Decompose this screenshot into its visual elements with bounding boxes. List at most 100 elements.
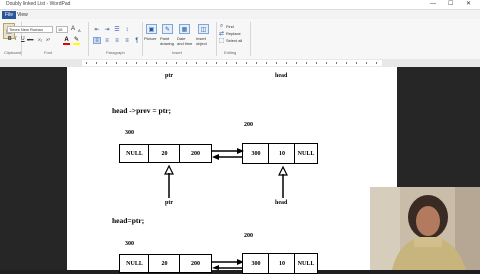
- ruler-tick: [156, 62, 157, 64]
- ruler-tick: [136, 62, 137, 64]
- highlight-color-icon[interactable]: ✎: [73, 36, 80, 45]
- date-time-button-label[interactable]: Date and time: [177, 36, 193, 46]
- node-data-cell: 10: [268, 253, 296, 274]
- editing-group-label: Editing: [224, 50, 237, 55]
- paint-drawing-icon[interactable]: ✎: [162, 24, 173, 34]
- diagram-arrows: [164, 148, 288, 270]
- shrink-font-button[interactable]: A: [78, 28, 81, 33]
- line-spacing-icon[interactable]: ↕: [123, 26, 131, 33]
- insert-object-button-label[interactable]: Insert object: [196, 36, 212, 46]
- ruler-tick: [266, 62, 267, 64]
- font-group-label: Font: [44, 50, 53, 55]
- font-name-value: Times New Roman: [9, 27, 43, 32]
- ruler-tick: [336, 62, 337, 64]
- ruler-tick: [116, 62, 117, 64]
- ruler-tick: [126, 62, 127, 64]
- subscript-button[interactable]: X₂: [38, 37, 42, 42]
- font-size-value: 16: [58, 27, 63, 32]
- clipboard-group-label: Clipboard: [4, 50, 22, 55]
- maximize-button[interactable]: ☐: [448, 0, 453, 9]
- prev-link-arrow: [212, 154, 242, 160]
- ruler-tick: [216, 62, 217, 64]
- node-prev-cell: NULL: [119, 254, 150, 273]
- ptr-pointer-arrow: [164, 164, 174, 198]
- replace-icon[interactable]: ⇄: [219, 31, 224, 37]
- align-left-icon[interactable]: ≡: [93, 37, 101, 44]
- strikethrough-button[interactable]: abc: [27, 37, 33, 42]
- ruler-tick: [176, 62, 177, 64]
- ruler-tick: [226, 62, 227, 64]
- node-next-cell: NULL: [294, 253, 318, 274]
- paint-drawing-button-label[interactable]: Paint drawing: [160, 36, 176, 46]
- ruler-tick: [276, 62, 277, 64]
- align-right-icon[interactable]: ≡: [113, 37, 121, 44]
- document-page[interactable]: ptr head head ->prev = ptr; 300 200 NULL…: [67, 67, 397, 274]
- picture-icon[interactable]: ▣: [146, 24, 157, 34]
- node-next-cell: 200: [179, 254, 212, 273]
- replace-button[interactable]: Replace: [226, 31, 241, 36]
- ruler-tick: [306, 62, 307, 64]
- justify-icon[interactable]: ≡: [123, 37, 131, 44]
- select-all-button[interactable]: Select all: [226, 38, 242, 43]
- insert-object-icon[interactable]: ◫: [198, 24, 209, 34]
- grow-font-button[interactable]: A: [71, 26, 75, 32]
- decrease-indent-icon[interactable]: ⇤: [93, 26, 101, 33]
- font-size-dropdown[interactable]: 16: [56, 26, 68, 33]
- ruler-tick: [296, 62, 297, 64]
- ruler-tick: [286, 62, 287, 64]
- bullets-icon[interactable]: ☰: [113, 26, 121, 33]
- paragraph-icon[interactable]: ¶: [133, 37, 141, 44]
- window-title: Doubly linked List - WordPad: [6, 1, 71, 7]
- separator: [88, 22, 89, 56]
- underline-button[interactable]: U: [21, 37, 25, 42]
- close-button[interactable]: ✕: [466, 0, 471, 9]
- separator: [142, 22, 143, 56]
- ruler-tick: [236, 62, 237, 64]
- tab-view[interactable]: View: [14, 11, 31, 19]
- ruler-tick: [96, 62, 97, 64]
- bold-button[interactable]: B: [8, 37, 12, 42]
- select-all-icon[interactable]: ⬚: [219, 38, 225, 44]
- ruler-tick: [356, 62, 357, 64]
- ruler-tick: [86, 62, 87, 64]
- align-center-icon[interactable]: ≡: [103, 37, 111, 44]
- ribbon-tabs: File View: [0, 10, 480, 19]
- ruler-tick: [346, 62, 347, 64]
- ruler-tick: [246, 62, 247, 64]
- italic-button[interactable]: I: [15, 37, 16, 42]
- ruler-tick: [256, 62, 257, 64]
- head-pointer-label: head: [275, 200, 288, 206]
- find-icon[interactable]: ⌕: [219, 23, 224, 29]
- ruler-tick: [196, 62, 197, 64]
- font-name-dropdown[interactable]: Times New Roman: [7, 26, 53, 33]
- ruler-tick: [206, 62, 207, 64]
- ptr-pointer-label: ptr: [165, 200, 173, 206]
- separator: [216, 22, 217, 56]
- separator: [250, 22, 251, 56]
- increase-indent-icon[interactable]: ⇥: [103, 26, 111, 33]
- ruler-tick: [106, 62, 107, 64]
- presenter-video: [370, 187, 480, 270]
- ruler-tick: [376, 62, 377, 64]
- find-button[interactable]: Find: [226, 24, 234, 29]
- ruler-tick: [146, 62, 147, 64]
- head-pointer-arrow: [278, 165, 288, 198]
- insert-group-label: Insert: [172, 50, 183, 55]
- superscript-button[interactable]: X²: [46, 37, 50, 42]
- webcam-overlay: [370, 187, 480, 270]
- next-link-arrow: [212, 148, 244, 154]
- ruler-tick: [166, 62, 167, 64]
- minimize-button[interactable]: —: [430, 0, 436, 9]
- paragraph-group-label: Paragraph: [106, 50, 125, 55]
- font-color-icon[interactable]: A: [63, 36, 70, 45]
- title-bar: Doubly linked List - WordPad — ☐ ✕: [0, 0, 480, 10]
- ruler-tick: [186, 62, 187, 64]
- picture-button-label[interactable]: Picture: [144, 36, 156, 41]
- ruler-tick: [316, 62, 317, 64]
- right-node-address: 200: [244, 233, 253, 239]
- ribbon: ▤ Clipboard Times New Roman 16 A A B I U…: [0, 19, 480, 60]
- calendar-icon[interactable]: ▦: [179, 24, 190, 34]
- prev-link-arrow: [212, 265, 242, 270]
- ruler-text-area: [82, 60, 382, 66]
- ruler-tick: [326, 62, 327, 64]
